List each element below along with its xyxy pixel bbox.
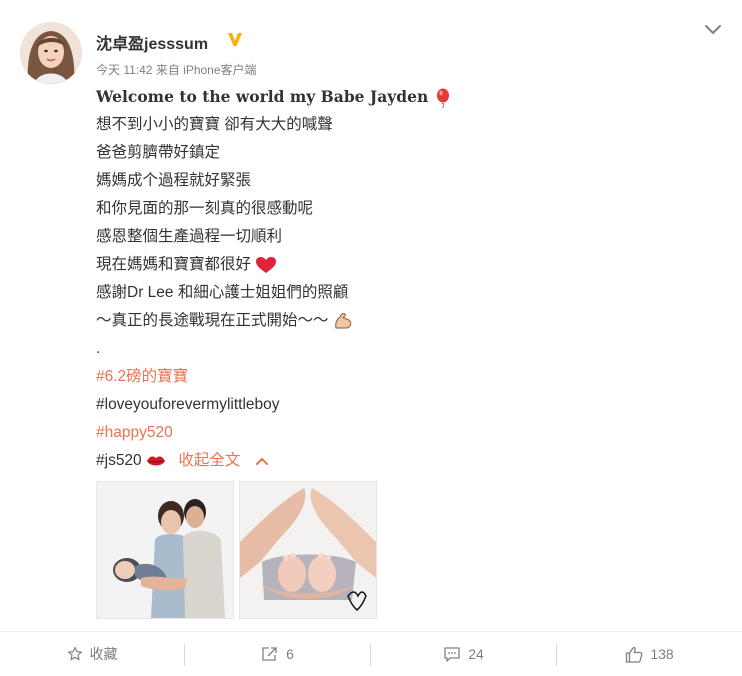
post-line-text: Welcome to the world my Babe Jayden [96, 87, 429, 106]
post-line-2: 想不到小小的寶寶 卻有大大的喊聲 [96, 116, 333, 133]
photo-family[interactable] [96, 481, 234, 619]
comment-button[interactable]: 24 [371, 632, 556, 676]
post-line-8: 感謝Dr Lee 和細心護士姐姐們的照顧 [96, 284, 349, 301]
post-line-1: Welcome to the world my Babe Jayden [96, 83, 716, 111]
red-heart-icon [256, 256, 277, 273]
weibo-post-card: 沈卓盈jesssum 今天 11:42 来自 iPhone客户端 Welcome… [0, 0, 742, 676]
post-line-3: 爸爸剪臍帶好鎮定 [96, 144, 221, 161]
collapse-label: 收起全文 [178, 452, 241, 469]
post-time[interactable]: 今天 11:42 [96, 63, 152, 77]
balloon-icon [436, 88, 449, 108]
hashtag-link[interactable]: #js520 [96, 452, 142, 469]
hashtag-link[interactable]: #6.2磅的寶寶 [96, 368, 188, 385]
chevron-up-icon [255, 457, 268, 465]
post-line-9: ～真正的長途戰現在正式開始～～ [96, 307, 716, 335]
repost-button[interactable]: 6 [185, 632, 370, 676]
hashtag-1[interactable]: #6.2磅的寶寶 [96, 363, 716, 391]
username[interactable]: 沈卓盈jesssum [96, 30, 208, 54]
post-content: Welcome to the world my Babe Jayden 想不到小… [96, 83, 716, 475]
hashtag-2[interactable]: #loveyouforevermylittleboy [96, 391, 716, 419]
post-line-5: 和你見面的那一刻真的很感動呢 [96, 200, 314, 217]
post-meta: 今天 11:42 来自 iPhone客户端 [96, 61, 257, 78]
comment-count: 24 [468, 646, 484, 662]
favorite-button[interactable]: 收藏 [0, 632, 184, 676]
post-menu-chevron-icon[interactable] [702, 22, 724, 38]
verified-badge-icon [228, 33, 242, 46]
like-button[interactable]: 138 [557, 632, 742, 676]
action-bar: 收藏 6 24 138 [0, 632, 742, 676]
favorite-label: 收藏 [89, 646, 118, 662]
hashtag-link[interactable]: #happy520 [96, 424, 173, 441]
hashtag-4-row: #js520 收起全文 [96, 447, 716, 475]
post-line-text: ～真正的長途戰現在正式開始～～ [96, 312, 329, 329]
photo-baby-feet[interactable] [239, 481, 377, 619]
star-icon [67, 646, 82, 661]
post-source: 来自 iPhone客户端 [155, 63, 257, 77]
share-icon [262, 647, 277, 661]
comment-icon [444, 647, 460, 662]
post-line-6: 感恩整個生產過程一切順利 [96, 228, 283, 245]
hashtag-3[interactable]: #happy520 [96, 419, 716, 447]
hashtag-link[interactable]: #loveyouforevermylittleboy [96, 396, 280, 413]
post-line-7: 現在媽媽和寶寶都很好 [96, 251, 716, 279]
like-count: 138 [650, 646, 674, 662]
post-line-4: 媽媽成个過程就好緊張 [96, 172, 252, 189]
thumbs-up-icon [626, 646, 643, 663]
post-line-text: 現在媽媽和寶寶都很好 [96, 256, 252, 273]
flexed-biceps-icon [335, 313, 352, 329]
kiss-lips-icon [147, 456, 165, 466]
collapse-text-link[interactable]: 收起全文 [178, 452, 270, 469]
repost-count: 6 [286, 646, 294, 662]
post-line-10: . [96, 340, 101, 357]
avatar[interactable] [20, 22, 82, 84]
